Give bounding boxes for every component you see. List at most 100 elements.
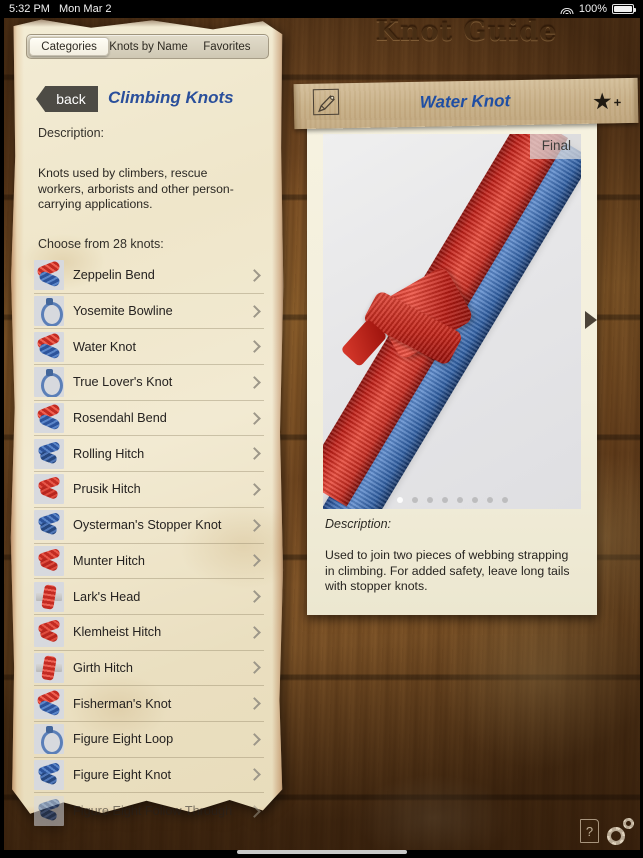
next-arrow-icon[interactable] <box>585 311 597 329</box>
knot-list-item-label: Rolling Hitch <box>73 446 145 461</box>
tab-knots-by-name[interactable]: Knots by Name <box>109 37 188 56</box>
category-title: Climbing Knots <box>108 88 234 107</box>
chevron-right-icon <box>248 447 261 461</box>
tab-favorites[interactable]: Favorites <box>188 37 266 56</box>
knot-list-item[interactable]: Figure Eight Follow Through <box>34 793 264 828</box>
knot-thumbnail-icon <box>34 581 64 612</box>
back-button[interactable]: back <box>36 86 98 112</box>
knot-list-item[interactable]: Munter Hitch <box>34 544 264 580</box>
knot-list-item-label: Klemheist Hitch <box>73 625 162 640</box>
knot-list-item[interactable]: Lark's Head <box>34 579 264 615</box>
knot-list-item-label: Zeppelin Bend <box>73 268 155 283</box>
battery-percent: 100% <box>578 3 607 15</box>
chevron-right-icon <box>248 661 261 675</box>
page-dot[interactable] <box>396 497 403 503</box>
chevron-right-icon <box>248 376 261 389</box>
page-dot[interactable] <box>456 497 463 503</box>
knot-list-item[interactable]: Prusik Hitch <box>34 472 264 508</box>
knot-list-item-label: Water Knot <box>73 339 136 354</box>
status-bar: 5:32 PM Mon Mar 2 100% <box>0 0 643 18</box>
knot-list-item-label: Girth Hitch <box>73 660 133 675</box>
knot-list-item[interactable]: Girth Hitch <box>34 651 264 687</box>
knot-list-item-label: Figure Eight Loop <box>73 732 174 747</box>
knot-detail-card: Final Description: Used to join two piec… <box>307 120 597 615</box>
detail-knot-title: Water Knot <box>419 91 511 112</box>
knot-list-item[interactable]: Figure Eight Knot <box>34 758 264 794</box>
knot-thumbnail-icon <box>34 403 64 434</box>
step-badge: Final <box>529 134 581 159</box>
choose-from-count-label: Choose from 28 knots: <box>38 237 164 251</box>
knot-thumbnail-icon <box>34 296 64 327</box>
chevron-right-icon <box>248 411 261 425</box>
knot-list-item[interactable]: Water Knot <box>34 329 264 366</box>
knot-list-item-label: Figure Eight Knot <box>73 767 172 782</box>
pencil-edit-icon[interactable] <box>312 88 340 116</box>
knot-thumbnail-icon <box>34 474 64 505</box>
page-dot[interactable] <box>486 497 493 503</box>
plus-icon: + <box>613 94 622 110</box>
knot-list-item[interactable]: Rolling Hitch <box>34 436 264 473</box>
star-icon: ★ <box>591 87 613 115</box>
knot-thumbnail-icon <box>34 652 64 683</box>
gear-settings-icon[interactable] <box>606 818 634 846</box>
knot-list-item-label: Munter Hitch <box>73 553 145 568</box>
page-dot[interactable] <box>471 497 478 503</box>
knot-thumbnail-icon <box>34 545 64 576</box>
categories-parchment-panel: Categories Knots by Name Favorites back … <box>8 18 285 830</box>
knot-list-item[interactable]: True Lover's Knot <box>34 365 264 401</box>
knot-description-text: Used to join two pieces of webbing strap… <box>325 548 570 593</box>
chevron-right-icon <box>248 697 261 710</box>
help-question-icon[interactable]: ? <box>580 819 599 843</box>
ipad-screen: 5:32 PM Mon Mar 2 100% Knot Guide Catego… <box>0 0 643 858</box>
chevron-right-icon <box>248 554 261 568</box>
chevron-right-icon <box>248 340 261 354</box>
knot-list-item-label: True Lover's Knot <box>73 375 173 390</box>
knot-thumbnail-icon <box>34 438 64 469</box>
knot-thumbnail-icon <box>34 796 64 827</box>
wifi-icon <box>560 4 574 14</box>
page-dot[interactable] <box>501 497 508 503</box>
chevron-right-icon <box>248 268 261 282</box>
chevron-right-icon <box>248 518 261 532</box>
knot-list-item[interactable]: Zeppelin Bend <box>34 258 264 294</box>
knot-thumbnail-icon <box>34 367 64 398</box>
knot-thumbnail-icon <box>34 617 64 648</box>
knot-thumbnail-icon <box>34 331 64 362</box>
knot-list-item[interactable]: Klemheist Hitch <box>34 615 264 651</box>
chevron-right-icon <box>248 483 261 496</box>
tab-categories[interactable]: Categories <box>29 37 110 56</box>
knot-list-item[interactable]: Oysterman's Stopper Knot <box>34 508 264 544</box>
gear-large-icon <box>607 827 625 845</box>
knot-list-item[interactable]: Yosemite Bowline <box>34 294 264 330</box>
knot-list[interactable]: Zeppelin Bend Yosemite Bowline Water Knot T… <box>34 258 264 828</box>
status-date: Mon Mar 2 <box>58 3 112 15</box>
knot-list-item[interactable]: Fisherman's Knot <box>34 686 264 722</box>
battery-full-icon <box>612 4 636 14</box>
knot-list-item-label: Figure Eight Follow Through <box>73 804 233 819</box>
status-bar-left: 5:32 PM Mon Mar 2 <box>9 0 112 18</box>
status-time: 5:32 PM <box>9 3 50 15</box>
tab-bar: Categories Knots by Name Favorites <box>26 34 269 59</box>
knot-description-label: Description: <box>325 517 391 531</box>
knot-list-item-label: Lark's Head <box>73 589 141 604</box>
category-description-text: Knots used by climbers, rescue workers, … <box>38 166 234 211</box>
knot-list-item-label: Oysterman's Stopper Knot <box>73 518 222 533</box>
chevron-right-icon <box>248 590 261 603</box>
knot-list-item-label: Yosemite Bowline <box>73 304 173 319</box>
chevron-right-icon <box>248 804 261 818</box>
page-dot[interactable] <box>441 497 448 503</box>
knot-thumbnail-icon <box>34 260 64 291</box>
knot-thumbnail-icon <box>34 688 64 719</box>
knot-thumbnail-icon <box>34 510 64 541</box>
home-indicator <box>236 850 407 854</box>
knot-list-item[interactable]: Rosendahl Bend <box>34 401 264 437</box>
app-title: Knot Guide <box>375 16 558 47</box>
knot-photo[interactable]: Final <box>323 134 581 509</box>
add-favorite-button[interactable]: ★ + <box>591 87 622 115</box>
page-dots[interactable] <box>323 497 581 503</box>
page-dot[interactable] <box>411 497 418 503</box>
category-description-label: Description: <box>38 126 104 140</box>
page-dot[interactable] <box>426 497 433 503</box>
knot-list-item[interactable]: Figure Eight Loop <box>34 722 264 758</box>
knot-thumbnail-icon <box>34 759 64 790</box>
